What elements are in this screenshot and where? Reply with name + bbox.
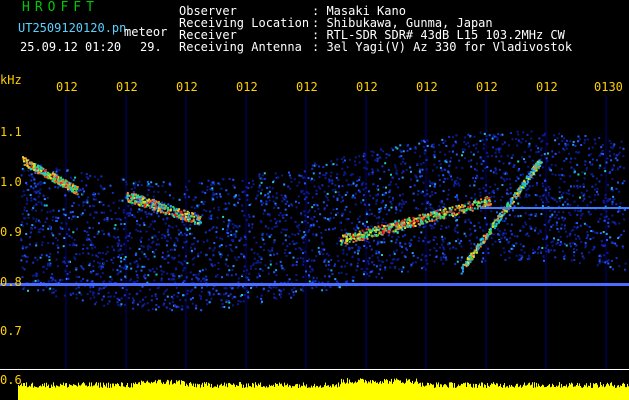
tag-meteor: meteor <box>124 25 168 39</box>
x-tick-label: 0130 <box>594 80 623 94</box>
x-tick-label: 012 <box>296 80 318 94</box>
y-tick-label: 1.1 <box>0 125 22 139</box>
filename: UT2509120120.pn <box>18 21 127 35</box>
y-tick-label: 0.9 <box>0 225 22 239</box>
spectrogram <box>0 95 629 400</box>
field-value-antenna: : 3el Yagi(V) Az 330 for Vladivostok <box>312 40 573 54</box>
power-bars <box>18 378 629 400</box>
field-label-antenna: Receiving Antenna <box>179 40 302 54</box>
x-tick-label: 012 <box>476 80 498 94</box>
x-tick-label: 012 <box>356 80 378 94</box>
y-tick-label: 1.0 <box>0 175 22 189</box>
y-tick-label: 0.8 <box>0 275 22 289</box>
y-tick-label: 0.7 <box>0 324 22 338</box>
axis-unit: kHz <box>0 73 22 87</box>
x-tick-label: 012 <box>236 80 258 94</box>
datetime: 25.09.12 01:20 <box>20 40 122 54</box>
x-tick-label: 012 <box>536 80 558 94</box>
carrier-line <box>0 283 629 286</box>
x-tick-label: 012 <box>176 80 198 94</box>
count: 29. <box>140 40 162 54</box>
x-tick-label: 012 <box>416 80 438 94</box>
brand-title: HROFFT <box>22 0 99 15</box>
y-tick-label: 0.6 <box>0 373 22 387</box>
x-tick-label: 012 <box>56 80 78 94</box>
carrier-line-upper <box>480 207 629 209</box>
x-tick-label: 012 <box>116 80 138 94</box>
separator-line <box>0 369 629 370</box>
